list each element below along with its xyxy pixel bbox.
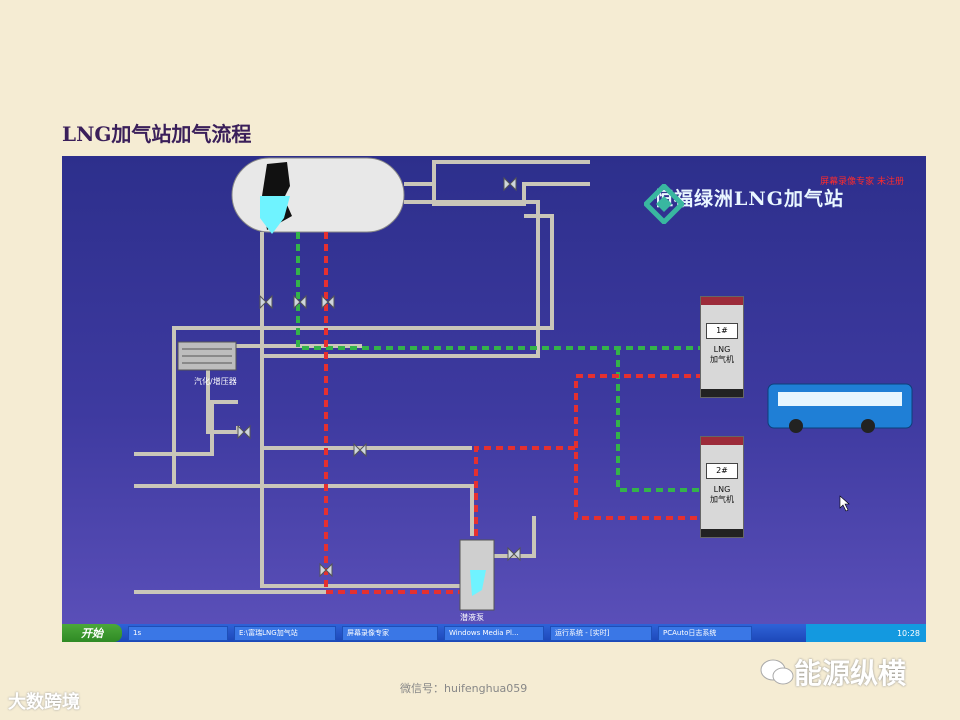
dispenser-cap <box>701 437 743 445</box>
red-lines <box>324 232 702 594</box>
vaporizer[interactable] <box>177 341 237 371</box>
task-item[interactable]: 1s <box>128 625 228 641</box>
watermark-logo: 大数跨境 <box>8 692 80 713</box>
task-item[interactable]: E:\富瑞LNG加气站 <box>234 625 336 641</box>
slide-title: LNG加气站加气流程 <box>62 122 252 146</box>
wechat-icon <box>760 659 794 685</box>
dispenser-number: 1# <box>706 323 738 339</box>
taskbar: 开始 1s E:\富瑞LNG加气站 屏幕录像专家 Windows Media P… <box>62 624 926 642</box>
footer-brand: 能源纵横 <box>760 652 906 692</box>
wechat-id: 微信号：huifenghua059 <box>400 682 528 695</box>
vaporizer-label: 汽化/增压器 <box>194 377 237 386</box>
dispenser-2[interactable]: 2# LNG 加气机 <box>700 436 744 538</box>
dispenser-label: LNG 加气机 <box>710 345 734 364</box>
task-item[interactable]: Windows Media Pl... <box>444 625 544 641</box>
dispenser-cap <box>701 297 743 305</box>
brand: 恒福绿洲LNG加气站 <box>644 184 844 224</box>
task-item[interactable]: PCAuto日志系统 <box>658 625 752 641</box>
dispenser-1[interactable]: 1# LNG 加气机 <box>700 296 744 398</box>
brand-logo-icon <box>644 184 684 224</box>
system-tray: 10:28 <box>806 624 926 642</box>
scada-panel: 屏幕录像专家 未注册 恒福绿洲LNG加气站 汽化/增压器 潜液泵 1# LNG … <box>62 156 926 624</box>
mouse-cursor-icon <box>839 495 850 512</box>
clock: 10:28 <box>896 628 920 638</box>
valve-icons[interactable] <box>237 176 521 578</box>
dispenser-number: 2# <box>706 463 738 479</box>
dispenser-label: LNG 加气机 <box>710 485 734 504</box>
start-button[interactable]: 开始 <box>62 624 122 642</box>
bus-icon <box>767 383 913 433</box>
task-item[interactable]: 屏幕录像专家 <box>342 625 438 641</box>
storage-tank[interactable] <box>231 157 405 233</box>
submersible-pump[interactable] <box>459 539 495 611</box>
pump-label: 潜液泵 <box>460 613 484 622</box>
task-item[interactable]: 运行系统 - [实时] <box>550 625 652 641</box>
process-diagram <box>134 157 913 611</box>
